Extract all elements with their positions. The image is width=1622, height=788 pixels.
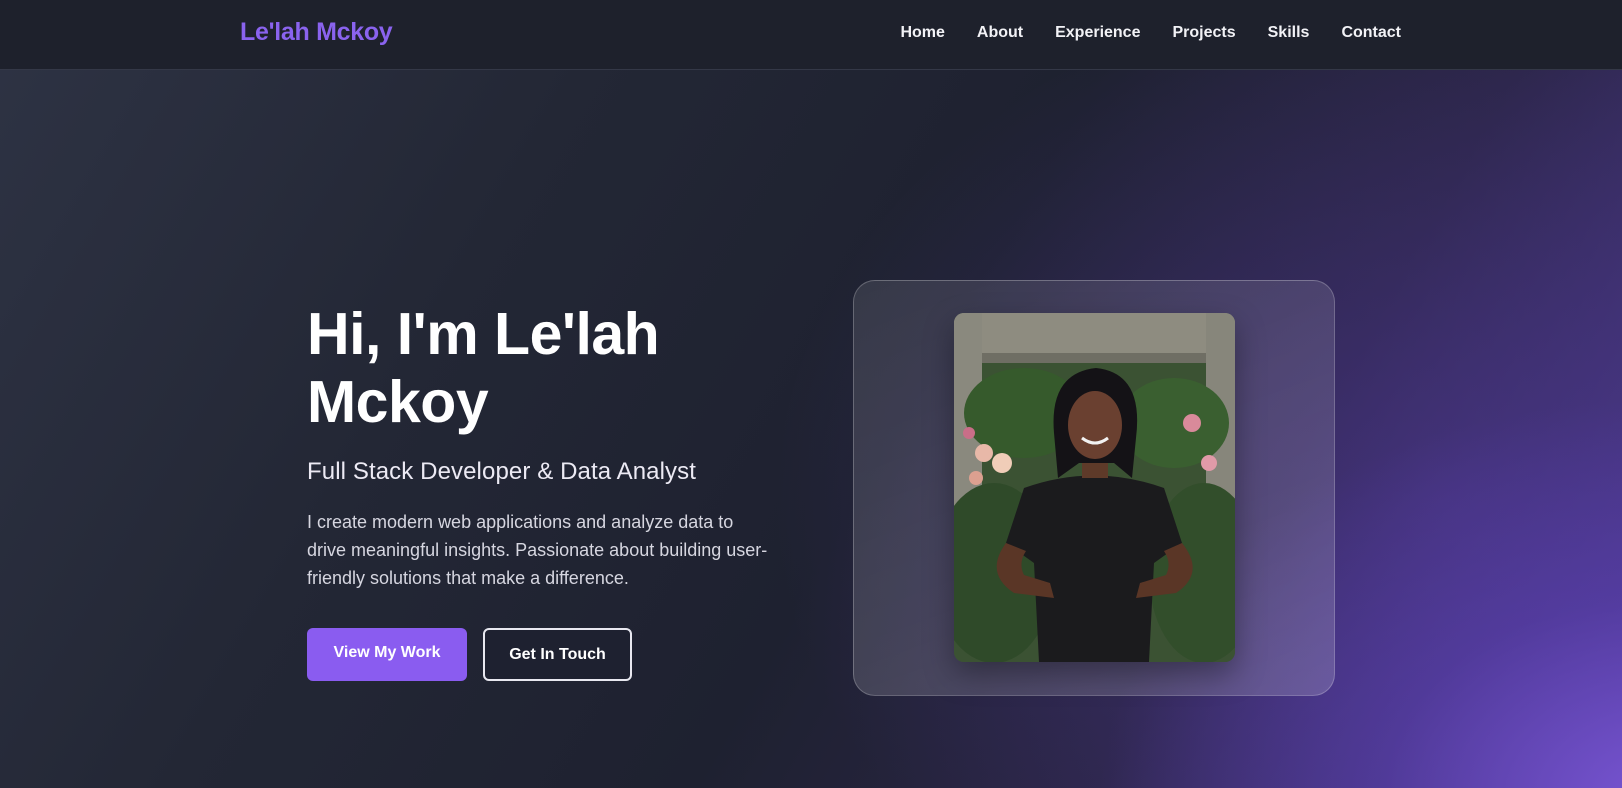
view-my-work-button[interactable]: View My Work	[307, 628, 467, 681]
hero-subtitle: Full Stack Developer & Data Analyst	[307, 458, 697, 485]
brand-logo[interactable]: Le'lah Mckoy	[240, 18, 393, 47]
nav-link-skills[interactable]: Skills	[1268, 24, 1310, 42]
profile-photo-illustration	[954, 313, 1235, 662]
page: Le'lah Mckoy Home About Experience Proje…	[0, 0, 1622, 788]
hero-buttons: View My Work Get In Touch	[307, 628, 787, 681]
nav-links: Home About Experience Projects Skills Co…	[900, 24, 1401, 42]
nav-link-experience[interactable]: Experience	[1055, 24, 1140, 42]
hero-heading: Hi, I'm Le'lah Mckoy	[307, 300, 787, 436]
hero-description: I create modern web applications and ana…	[307, 512, 768, 588]
hero-section: Hi, I'm Le'lah Mckoy Full Stack Develope…	[307, 300, 787, 681]
nav-link-projects[interactable]: Projects	[1172, 24, 1235, 42]
nav-link-contact[interactable]: Contact	[1341, 24, 1401, 42]
get-in-touch-button[interactable]: Get In Touch	[483, 628, 632, 681]
navbar: Le'lah Mckoy Home About Experience Proje…	[0, 0, 1622, 70]
profile-photo	[954, 313, 1235, 662]
hero-heading-line1: Hi, I'm Le'lah	[307, 301, 660, 367]
nav-link-home[interactable]: Home	[900, 24, 944, 42]
profile-photo-card	[853, 280, 1335, 696]
nav-link-about[interactable]: About	[977, 24, 1023, 42]
hero-heading-line2: Mckoy	[307, 369, 489, 435]
